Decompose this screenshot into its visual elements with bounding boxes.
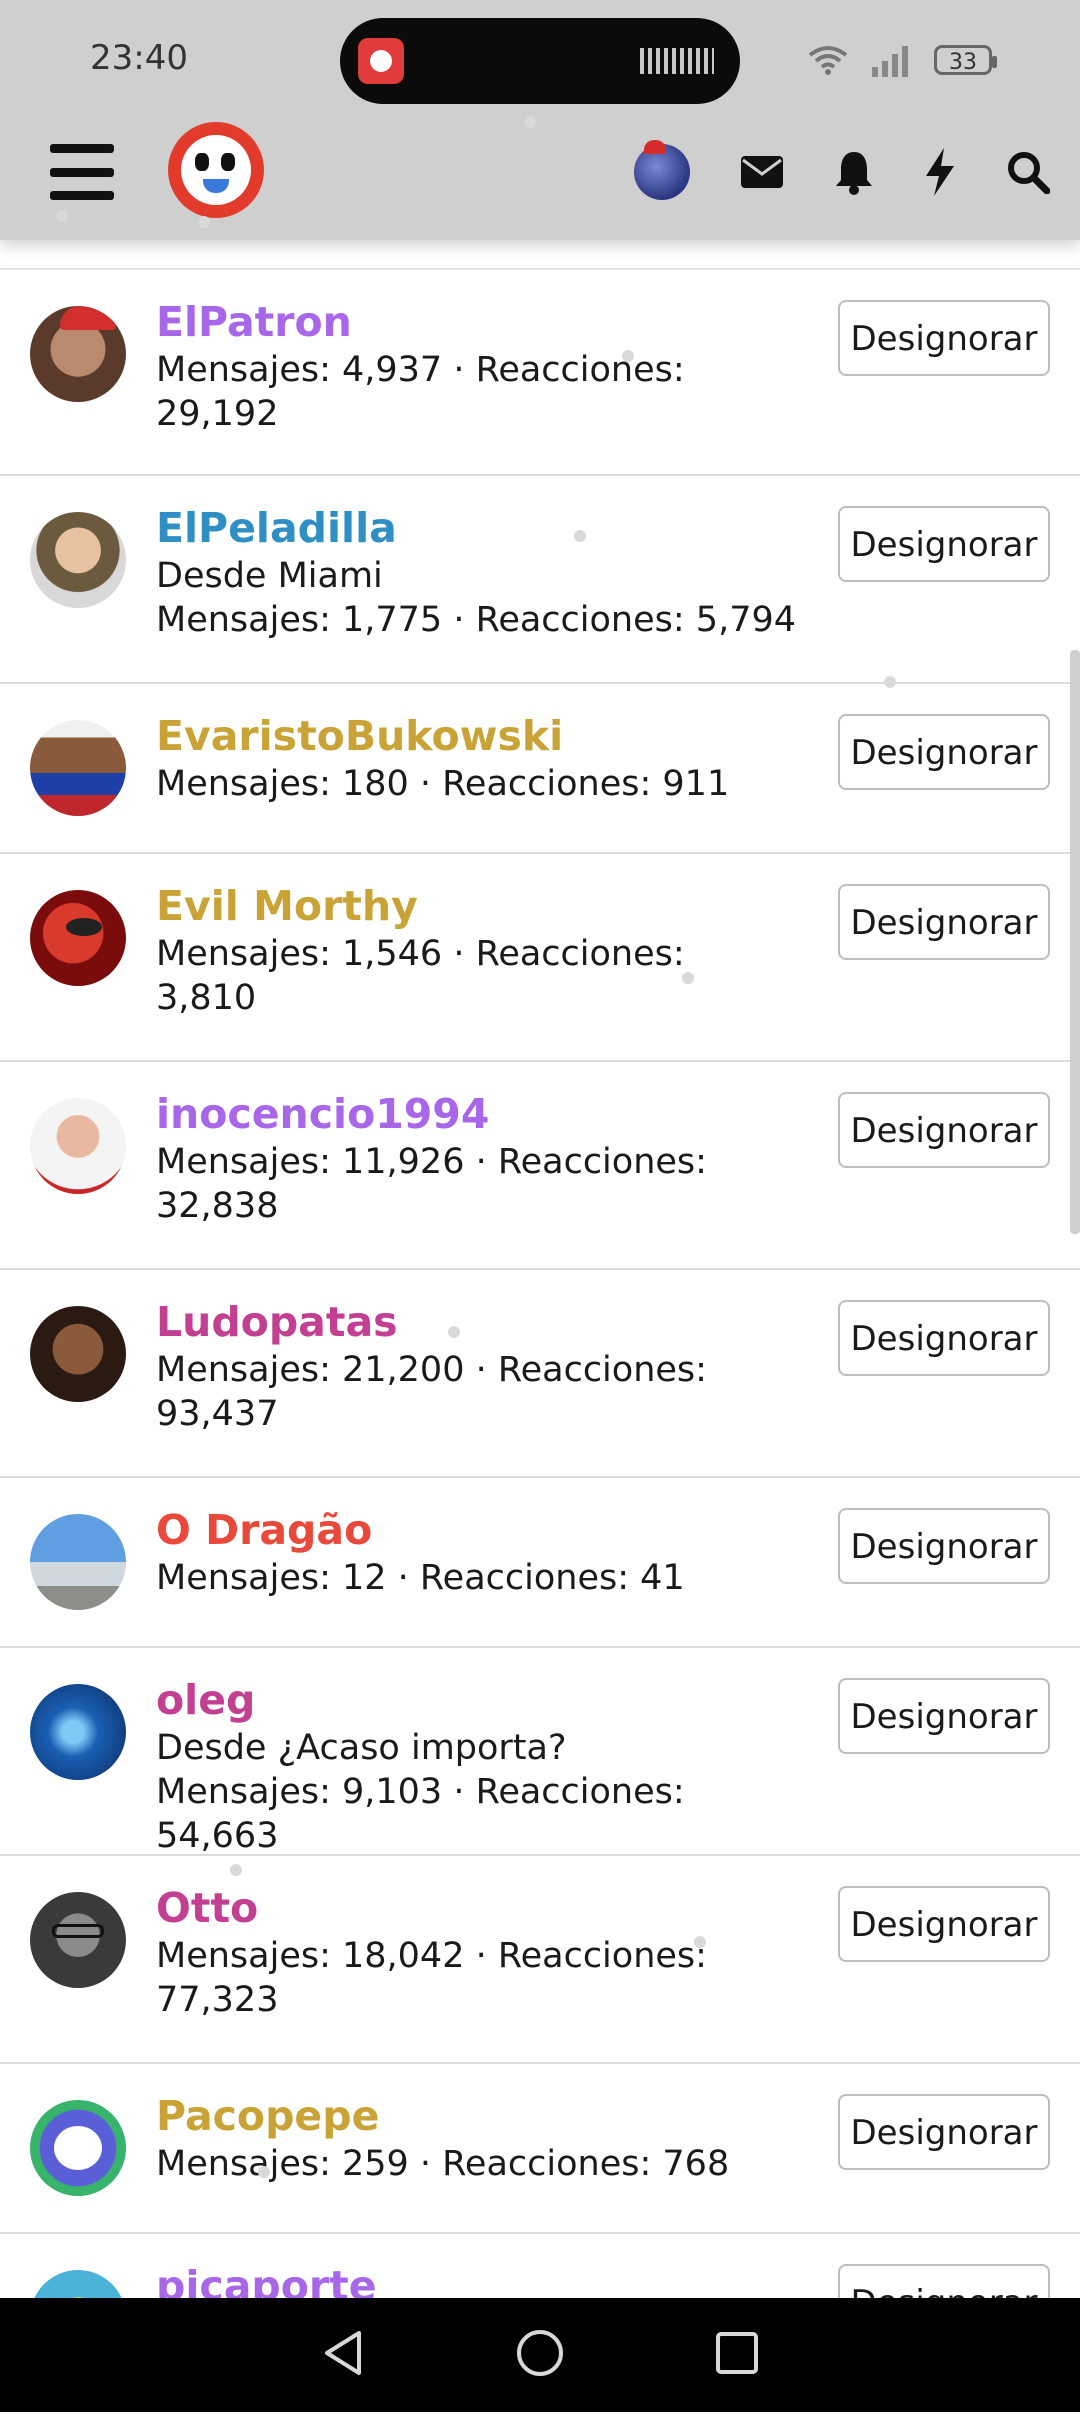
snow-dot (682, 972, 694, 984)
user-avatar[interactable] (634, 140, 690, 200)
member-stats: 32,838 (156, 1186, 279, 1226)
member-stats: Mensajes: 1,546 · Reacciones: (156, 934, 685, 974)
member-row: Evil Morthy Mensajes: 1,546 · Reacciones… (0, 854, 1080, 1062)
member-row: ElPeladilla Desde Miami Mensajes: 1,775 … (0, 476, 1080, 684)
scrollbar[interactable] (1070, 650, 1080, 1234)
member-name[interactable]: ElPeladilla (156, 502, 796, 554)
site-logo[interactable] (168, 122, 264, 218)
snow-dot (622, 350, 634, 362)
avatar[interactable] (30, 306, 126, 402)
member-stats: 3,810 (156, 978, 257, 1018)
avatar[interactable] (30, 1098, 126, 1194)
member-name[interactable]: EvaristoBukowski (156, 710, 796, 762)
signal-icon (872, 46, 908, 77)
snow-dot (198, 216, 210, 228)
designorar-button[interactable]: Designorar (838, 300, 1050, 376)
designorar-button[interactable]: Designorar (838, 714, 1050, 790)
member-name[interactable]: Ludopatas (156, 1296, 796, 1348)
snow-dot (448, 1326, 460, 1338)
snow-dot (230, 1864, 242, 1876)
bolt-icon[interactable] (924, 148, 956, 196)
app-header: 23:40 33 (0, 0, 1080, 240)
avatar[interactable] (30, 720, 126, 816)
member-list: ElPatron Mensajes: 4,937 · Reacciones: 2… (0, 268, 1080, 2414)
dynamic-island (340, 18, 740, 104)
member-stats: Mensajes: 11,926 · Reacciones: (156, 1142, 707, 1182)
avatar[interactable] (30, 512, 126, 608)
designorar-button[interactable]: Designorar (838, 884, 1050, 960)
island-app-icon (358, 38, 404, 84)
member-row: ElPatron Mensajes: 4,937 · Reacciones: 2… (0, 268, 1080, 476)
wifi-icon (808, 46, 848, 75)
member-row: O Dragão Mensajes: 12 · Reacciones: 41 D… (0, 1478, 1080, 1648)
member-row: Ludopatas Mensajes: 21,200 · Reacciones:… (0, 1270, 1080, 1478)
back-icon[interactable] (321, 2329, 365, 2381)
designorar-button[interactable]: Designorar (838, 1678, 1050, 1754)
snow-dot (694, 1936, 706, 1948)
member-row: Otto Mensajes: 18,042 · Reacciones: 77,3… (0, 1856, 1080, 2064)
system-nav-bar (0, 2298, 1080, 2412)
search-icon[interactable] (1006, 150, 1050, 194)
member-name[interactable]: ElPatron (156, 296, 796, 348)
designorar-button[interactable]: Designorar (838, 1886, 1050, 1962)
member-stats: Mensajes: 1,775 · Reacciones: 5,794 (156, 600, 796, 640)
member-name[interactable]: Pacopepe (156, 2090, 796, 2142)
avatar[interactable] (30, 1684, 126, 1780)
bell-icon[interactable] (834, 149, 874, 195)
avatar[interactable] (30, 2100, 126, 2196)
snow-dot (574, 530, 586, 542)
menu-icon[interactable] (50, 144, 114, 200)
designorar-button[interactable]: Designorar (838, 1300, 1050, 1376)
member-name[interactable]: inocencio1994 (156, 1088, 796, 1140)
member-name[interactable]: O Dragão (156, 1504, 796, 1556)
member-stats: Mensajes: 259 · Reacciones: 768 (156, 2144, 730, 2184)
designorar-button[interactable]: Designorar (838, 2094, 1050, 2170)
member-stats: Mensajes: 12 · Reacciones: 41 (156, 1558, 685, 1598)
member-stats: 29,192 (156, 394, 279, 434)
member-stats: Mensajes: 4,937 · Reacciones: (156, 350, 685, 390)
member-stats: Mensajes: 180 · Reacciones: 911 (156, 764, 730, 804)
member-name[interactable]: Evil Morthy (156, 880, 796, 932)
avatar[interactable] (30, 1514, 126, 1610)
snow-dot (524, 116, 536, 128)
member-stats: 77,323 (156, 1980, 279, 2020)
snow-dot (258, 2166, 270, 2178)
member-row: Pacopepe Mensajes: 259 · Reacciones: 768… (0, 2064, 1080, 2234)
avatar[interactable] (30, 1306, 126, 1402)
home-icon[interactable] (515, 2328, 565, 2382)
member-row: inocencio1994 Mensajes: 11,926 · Reaccio… (0, 1062, 1080, 1270)
avatar[interactable] (30, 890, 126, 986)
audio-wave-icon (640, 48, 714, 74)
snow-dot (884, 676, 896, 688)
member-name[interactable]: Otto (156, 1882, 796, 1934)
avatar[interactable] (30, 1892, 126, 1988)
snow-dot (56, 210, 68, 222)
member-location: Desde ¿Acaso importa? (156, 1728, 567, 1768)
status-time: 23:40 (90, 38, 188, 78)
designorar-button[interactable]: Designorar (838, 506, 1050, 582)
battery-icon: 33 (934, 45, 997, 75)
member-stats: Mensajes: 9,103 · Reacciones: 54,663 (156, 1772, 685, 1856)
designorar-button[interactable]: Designorar (838, 1092, 1050, 1168)
member-stats: Mensajes: 21,200 · Reacciones: (156, 1350, 707, 1390)
member-name[interactable]: oleg (156, 1674, 796, 1726)
envelope-icon[interactable] (740, 155, 784, 189)
member-row: oleg Desde ¿Acaso importa? Mensajes: 9,1… (0, 1648, 1080, 1856)
status-icons: 33 (808, 40, 997, 80)
member-stats: 93,437 (156, 1394, 279, 1434)
member-location: Desde Miami (156, 556, 383, 596)
designorar-button[interactable]: Designorar (838, 1508, 1050, 1584)
member-row: EvaristoBukowski Mensajes: 180 · Reaccio… (0, 684, 1080, 854)
recents-icon[interactable] (715, 2331, 759, 2379)
